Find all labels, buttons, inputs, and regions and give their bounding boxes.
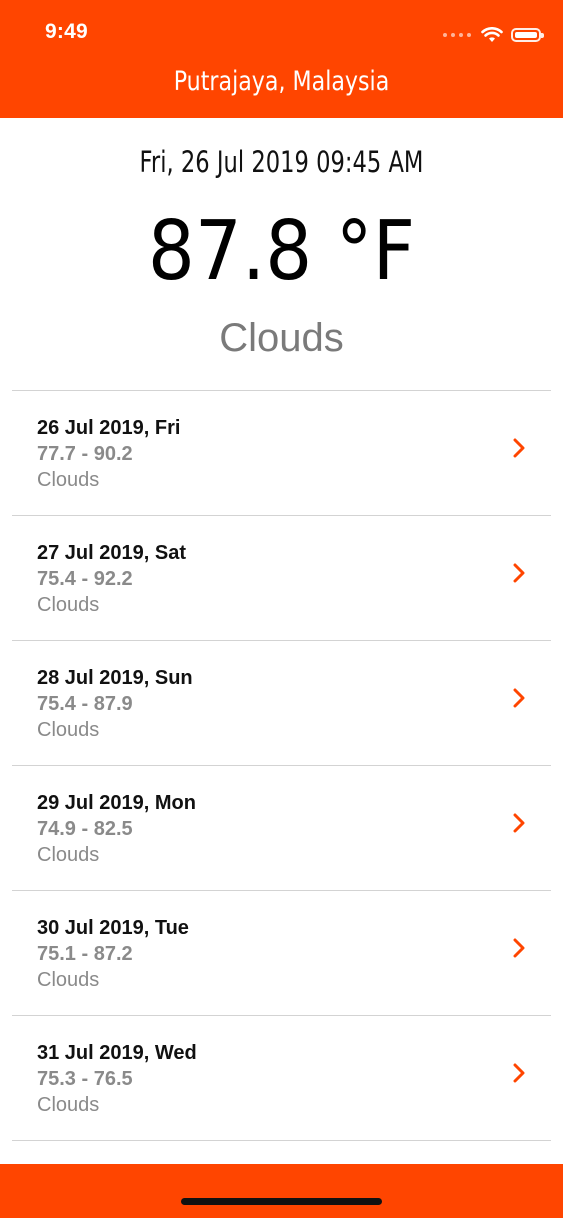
forecast-row[interactable]: 29 Jul 2019, Mon 74.9 - 82.5 Clouds bbox=[12, 766, 551, 891]
forecast-condition: Clouds bbox=[37, 969, 100, 991]
chevron-right-icon bbox=[513, 563, 525, 583]
chevron-right-icon bbox=[513, 813, 525, 833]
forecast-date: 30 Jul 2019, Tue bbox=[37, 917, 189, 939]
forecast-row[interactable]: 30 Jul 2019, Tue 75.1 - 87.2 Clouds bbox=[12, 891, 551, 1016]
chevron-right-icon bbox=[513, 938, 525, 958]
home-indicator[interactable] bbox=[181, 1198, 382, 1205]
bottom-bar bbox=[0, 1164, 563, 1218]
forecast-condition: Clouds bbox=[37, 469, 100, 491]
forecast-row[interactable]: 31 Jul 2019, Wed 75.3 - 76.5 Clouds bbox=[12, 1016, 551, 1141]
forecast-date: 28 Jul 2019, Sun bbox=[37, 667, 193, 689]
forecast-temperature-range: 77.7 - 90.2 bbox=[37, 443, 133, 465]
chevron-right-icon bbox=[513, 1063, 525, 1083]
forecast-temperature-range: 75.1 - 87.2 bbox=[37, 943, 133, 965]
page-title: Putrajaya, Malaysia bbox=[173, 66, 390, 97]
forecast-condition: Clouds bbox=[37, 1094, 100, 1116]
forecast-temperature-range: 75.4 - 92.2 bbox=[37, 568, 133, 590]
cellular-signal-icon bbox=[443, 33, 471, 37]
status-bar-icons bbox=[443, 24, 544, 46]
forecast-row[interactable]: 28 Jul 2019, Sun 75.4 - 87.9 Clouds bbox=[12, 641, 551, 766]
status-bar-time: 9:49 bbox=[45, 20, 88, 43]
wifi-icon bbox=[481, 27, 503, 42]
forecast-temperature-range: 75.3 - 76.5 bbox=[37, 1068, 133, 1090]
forecast-condition: Clouds bbox=[37, 719, 100, 741]
forecast-temperature-range: 74.9 - 82.5 bbox=[37, 818, 133, 840]
current-condition: Clouds bbox=[219, 316, 344, 360]
current-temperature: 87.8 °F bbox=[147, 204, 416, 299]
forecast-date: 26 Jul 2019, Fri bbox=[37, 417, 181, 439]
forecast-date: 29 Jul 2019, Mon bbox=[37, 792, 196, 814]
forecast-condition: Clouds bbox=[37, 594, 100, 616]
chevron-right-icon bbox=[513, 688, 525, 708]
forecast-date: 27 Jul 2019, Sat bbox=[37, 542, 186, 564]
current-datetime: Fri, 26 Jul 2019 09:45 AM bbox=[139, 145, 424, 179]
forecast-date: 31 Jul 2019, Wed bbox=[37, 1042, 197, 1064]
forecast-row[interactable]: 27 Jul 2019, Sat 75.4 - 92.2 Clouds bbox=[12, 516, 551, 641]
battery-icon bbox=[511, 28, 544, 42]
forecast-list: 26 Jul 2019, Fri 77.7 - 90.2 Clouds 27 J… bbox=[12, 390, 551, 1141]
navigation-header: 9:49 Putrajaya, Malaysia bbox=[0, 0, 563, 118]
forecast-condition: Clouds bbox=[37, 844, 100, 866]
chevron-right-icon bbox=[513, 438, 525, 458]
forecast-temperature-range: 75.4 - 87.9 bbox=[37, 693, 133, 715]
forecast-row[interactable]: 26 Jul 2019, Fri 77.7 - 90.2 Clouds bbox=[12, 391, 551, 516]
